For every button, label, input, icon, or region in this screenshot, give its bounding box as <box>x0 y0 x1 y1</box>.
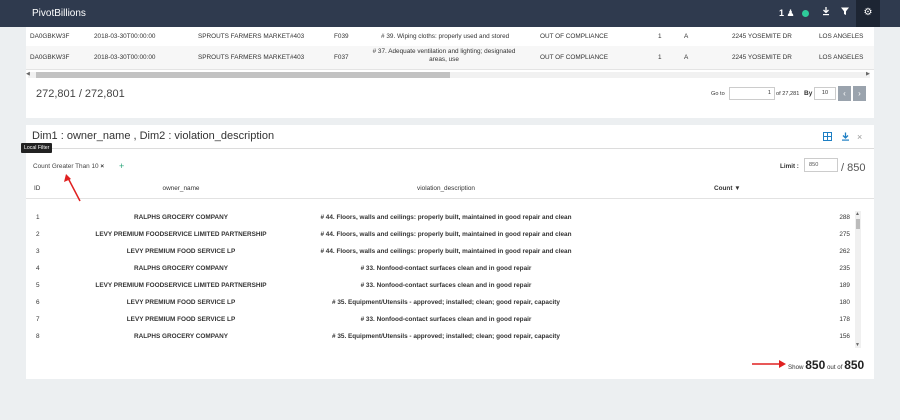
annotation-arrow-show <box>752 360 786 368</box>
annotation-arrows <box>64 174 786 368</box>
annotation-arrow-filter <box>64 174 81 202</box>
